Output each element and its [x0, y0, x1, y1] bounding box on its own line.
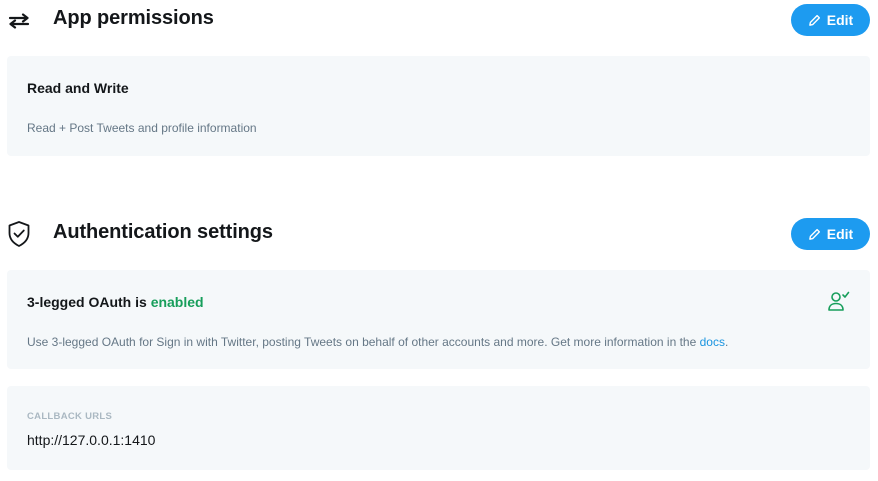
- docs-link[interactable]: docs: [700, 335, 725, 349]
- app-permissions-header: App permissions Edit: [0, 0, 878, 40]
- pencil-icon: [808, 14, 821, 27]
- authentication-settings-title: Authentication settings: [53, 221, 273, 243]
- callback-url-value: http://127.0.0.1:1410: [27, 432, 156, 448]
- oauth-card: 3-legged OAuth is enabled Use 3-legged O…: [7, 270, 870, 369]
- app-permissions-card: Read and Write Read + Post Tweets and pr…: [7, 56, 870, 156]
- oauth-status: enabled: [150, 294, 204, 310]
- edit-button-label: Edit: [826, 12, 854, 28]
- pencil-icon: [808, 228, 821, 241]
- oauth-status-title: 3-legged OAuth is enabled: [27, 294, 204, 310]
- user-check-icon: [827, 289, 851, 313]
- authentication-settings-header: Authentication settings Edit: [0, 214, 878, 254]
- oauth-description-text: Use 3-legged OAuth for Sign in with Twit…: [27, 335, 700, 349]
- app-permissions-edit-button[interactable]: Edit: [791, 4, 870, 36]
- permission-level: Read and Write: [27, 80, 129, 96]
- oauth-title-prefix: 3-legged OAuth is: [27, 294, 151, 310]
- authentication-edit-button[interactable]: Edit: [791, 218, 870, 250]
- swap-arrows-icon: [6, 8, 32, 34]
- shield-check-icon: [6, 221, 32, 247]
- oauth-description: Use 3-legged OAuth for Sign in with Twit…: [27, 335, 728, 349]
- callback-urls-label: CALLBACK URLS: [27, 411, 113, 422]
- permission-description: Read + Post Tweets and profile informati…: [27, 121, 257, 135]
- callback-urls-card: CALLBACK URLS http://127.0.0.1:1410: [7, 386, 870, 470]
- app-permissions-title: App permissions: [53, 7, 214, 29]
- oauth-description-suffix: .: [724, 335, 729, 349]
- edit-button-label: Edit: [826, 226, 854, 242]
